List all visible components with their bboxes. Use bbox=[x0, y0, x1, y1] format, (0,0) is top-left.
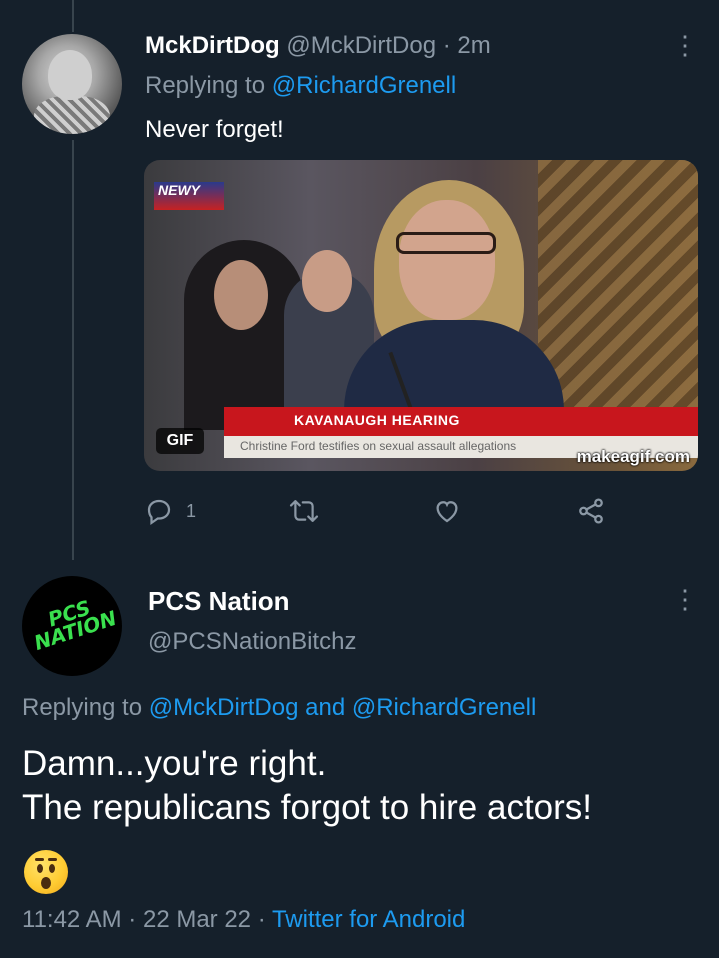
user-handle[interactable]: @PCSNationBitchz bbox=[148, 628, 356, 656]
gif-watermark: makeagif.com bbox=[576, 447, 690, 466]
news-logo: NEWY bbox=[154, 182, 224, 210]
date[interactable]: 22 Mar 22 bbox=[143, 906, 251, 933]
news-subbar-text: Christine Ford testifies on sexual assau… bbox=[240, 439, 517, 453]
tweet-divider bbox=[0, 560, 719, 561]
avatar-logo-text: PCS NATION bbox=[31, 595, 120, 655]
share-icon bbox=[576, 496, 606, 526]
separator: · bbox=[128, 906, 137, 933]
avatar-face bbox=[48, 50, 92, 100]
hushed-face-emoji bbox=[24, 850, 68, 894]
replying-to: Replying to @RichardGrenell bbox=[145, 72, 456, 100]
separator: · bbox=[257, 906, 266, 933]
scene-background bbox=[538, 160, 698, 420]
scene-figure bbox=[302, 250, 352, 312]
retweet-icon bbox=[288, 496, 320, 526]
replying-to: Replying to @MckDirtDog and @RichardGren… bbox=[22, 694, 536, 722]
avatar[interactable]: PCS NATION bbox=[22, 576, 122, 676]
gif-badge: GIF bbox=[156, 428, 204, 454]
reply-icon bbox=[144, 496, 174, 526]
separator: · bbox=[442, 32, 451, 59]
gif-media[interactable]: NEWY KAVANAUGH HEARING Christine Ford te… bbox=[144, 160, 698, 471]
scene-figure bbox=[214, 260, 268, 330]
tweet-mckdirtdog[interactable]: MckDirtDog @MckDirtDog · 2m ⋮ Replying t… bbox=[0, 0, 719, 560]
news-banner-title: KAVANAUGH HEARING bbox=[294, 412, 460, 428]
share-button[interactable] bbox=[576, 494, 606, 528]
tweet-text: Damn...you're right. The republicans for… bbox=[22, 742, 712, 830]
user-handle[interactable]: @MckDirtDog bbox=[286, 32, 436, 59]
reply-button[interactable]: 1 bbox=[144, 494, 196, 528]
source-link[interactable]: Twitter for Android bbox=[272, 906, 465, 933]
display-name[interactable]: PCS Nation bbox=[148, 586, 290, 617]
replying-and[interactable]: and bbox=[305, 694, 345, 721]
scene-glasses bbox=[396, 232, 496, 254]
tweet-header: MckDirtDog @MckDirtDog · 2m bbox=[145, 32, 491, 60]
tweet-text: Never forget! bbox=[145, 116, 284, 143]
like-button[interactable] bbox=[432, 494, 462, 528]
more-options-icon[interactable]: ⋮ bbox=[672, 584, 698, 614]
tweet-actions: 1 bbox=[144, 494, 624, 528]
tweet-text-line: The republicans forgot to hire actors! bbox=[22, 788, 593, 827]
reply-mention-link[interactable]: @MckDirtDog bbox=[149, 694, 299, 721]
reply-mention-link[interactable]: @RichardGrenell bbox=[272, 72, 456, 99]
scene-figure bbox=[399, 200, 495, 320]
reply-mention-link[interactable]: @RichardGrenell bbox=[352, 694, 536, 721]
heart-icon bbox=[432, 496, 462, 526]
replying-prefix: Replying to bbox=[145, 72, 266, 99]
replying-prefix: Replying to bbox=[22, 694, 143, 721]
avatar-shirt bbox=[34, 96, 110, 134]
retweet-button[interactable] bbox=[288, 494, 320, 528]
tweet-metadata: 11:42 AM · 22 Mar 22 · Twitter for Andro… bbox=[22, 906, 465, 934]
timestamp[interactable]: 2m bbox=[457, 32, 490, 59]
tweet-text-line: Damn...you're right. bbox=[22, 744, 327, 783]
display-name[interactable]: MckDirtDog bbox=[145, 32, 280, 59]
timestamp[interactable]: 11:42 AM bbox=[22, 906, 122, 933]
more-options-icon[interactable]: ⋮ bbox=[672, 30, 698, 60]
reply-count: 1 bbox=[186, 500, 197, 521]
avatar[interactable] bbox=[22, 34, 122, 134]
